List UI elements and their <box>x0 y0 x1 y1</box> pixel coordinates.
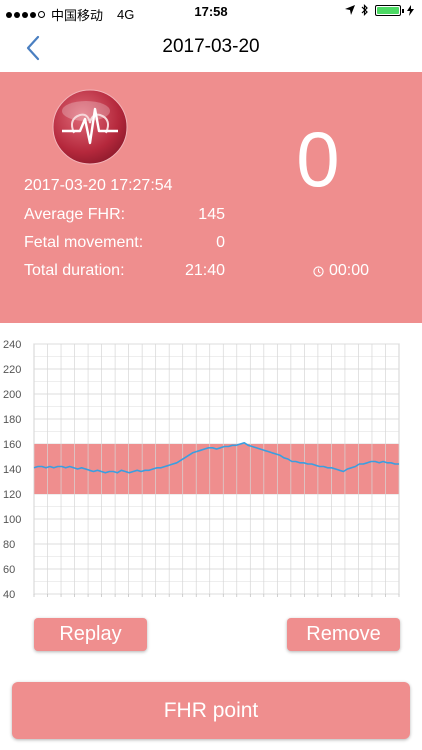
replay-button[interactable]: Replay <box>34 618 147 651</box>
bluetooth-icon <box>361 4 368 16</box>
chart-y-tick-label: 180 <box>3 414 21 426</box>
fhr-chart: 240 220 200 180 160 140 120 100 80 60 40 <box>3 339 400 601</box>
chart-y-tick-label: 240 <box>3 339 21 351</box>
average-fhr-row: Average FHR: 145 <box>24 206 225 224</box>
total-duration-row: Total duration: 21:40 <box>24 262 225 280</box>
chart-y-tick-label: 220 <box>3 364 21 376</box>
summary-panel: 0 2017-03-20 17:27:54 Average FHR: 145 F… <box>0 72 422 323</box>
timer: 00:00 <box>313 262 369 280</box>
record-datetime: 2017-03-20 17:27:54 <box>24 177 173 194</box>
timer-value: 00:00 <box>329 262 370 279</box>
heartbeat-logo-icon <box>52 89 128 165</box>
chart-normal-band <box>34 444 399 494</box>
battery-icon <box>375 4 404 16</box>
total-duration-value: 21:40 <box>184 262 225 279</box>
movement-count: 0 <box>296 115 340 203</box>
status-right <box>345 4 414 16</box>
fetal-movement-label: Fetal movement: <box>24 234 144 251</box>
chart-y-tick-label: 100 <box>3 514 21 526</box>
clock-icon <box>313 265 324 277</box>
average-fhr-value: 145 <box>198 206 225 223</box>
chart-band-rect <box>34 444 399 494</box>
chart-y-tick-label: 160 <box>3 439 21 451</box>
chart-y-tick-label: 40 <box>3 589 15 601</box>
average-fhr-label: Average FHR: <box>24 206 126 223</box>
chart-y-ticks: 240 220 200 180 160 140 120 100 80 60 40 <box>3 339 21 601</box>
status-bar: 中国移动 4G 17:58 <box>0 0 422 24</box>
page-title: 2017-03-20 <box>162 36 260 57</box>
location-arrow-icon <box>345 5 355 15</box>
chart-y-tick-label: 80 <box>3 539 15 551</box>
charging-bolt-icon <box>407 4 414 16</box>
fetal-movement-value: 0 <box>216 234 225 251</box>
chart-y-tick-label: 60 <box>3 564 15 576</box>
navigation-bar: 2017-03-20 <box>0 24 422 72</box>
chart-y-tick-label: 120 <box>3 489 21 501</box>
fhr-point-button[interactable]: FHR point <box>12 682 410 739</box>
fetal-movement-row: Fetal movement: 0 <box>24 234 225 252</box>
remove-button[interactable]: Remove <box>287 618 400 651</box>
chart-y-tick-label: 200 <box>3 389 21 401</box>
chart-y-tick-label: 140 <box>3 464 21 476</box>
total-duration-label: Total duration: <box>24 262 125 279</box>
